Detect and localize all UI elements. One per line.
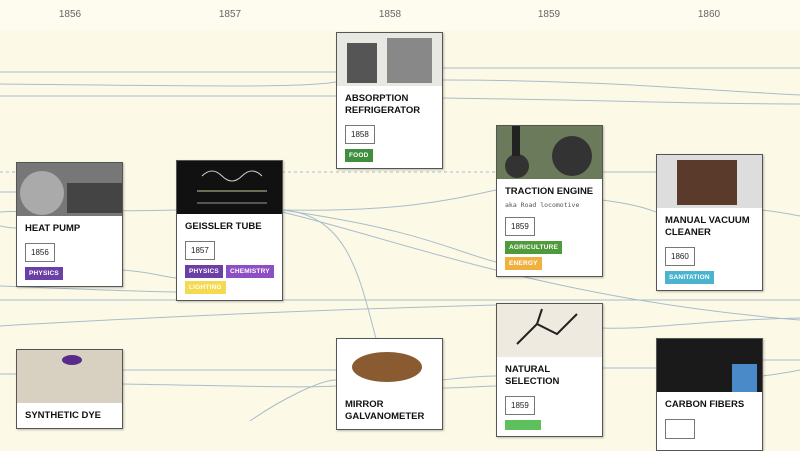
- tag-agriculture[interactable]: Agriculture: [505, 241, 563, 254]
- year-badge: 1859: [505, 217, 535, 236]
- card-title: Manual Vacuum Cleaner: [665, 215, 750, 238]
- invention-image: [17, 163, 122, 216]
- card-title: Mirror Galvanometer: [345, 399, 425, 422]
- card-title: Geissler Tube: [185, 221, 262, 232]
- invention-image: [177, 161, 282, 214]
- invention-image: [497, 126, 602, 179]
- invention-card-natural-selection[interactable]: Natural Selection 1859: [496, 303, 603, 437]
- invention-image: [657, 339, 762, 392]
- year-badge: 1858: [345, 125, 375, 144]
- invention-card-traction-engine[interactable]: Traction Engine aka Road locomotive 1859…: [496, 125, 603, 277]
- invention-image: [337, 33, 442, 86]
- invention-image: [337, 339, 442, 392]
- card-title: Absorption Refrigerator: [345, 93, 421, 116]
- tag-sanitation[interactable]: Sanitation: [665, 271, 714, 284]
- tag-food[interactable]: Food: [345, 149, 373, 162]
- year-badge: 1859: [505, 396, 535, 415]
- tag-lighting[interactable]: Lighting: [185, 281, 226, 294]
- invention-card-mirror-galvanometer[interactable]: Mirror Galvanometer: [336, 338, 443, 430]
- tag-physics[interactable]: Physics: [185, 265, 223, 278]
- invention-card-manual-vacuum-cleaner[interactable]: Manual Vacuum Cleaner 1860 Sanitation: [656, 154, 763, 291]
- card-title: Natural Selection: [505, 364, 560, 387]
- year-badge: 1856: [25, 243, 55, 262]
- invention-card-carbon-fibers[interactable]: Carbon Fibers: [656, 338, 763, 451]
- invention-card-heat-pump[interactable]: Heat Pump 1856 Physics: [16, 162, 123, 287]
- invention-image: [657, 155, 762, 208]
- year-badge: [665, 419, 695, 439]
- tag-physics[interactable]: Physics: [25, 267, 63, 280]
- year-badge: 1857: [185, 241, 215, 260]
- invention-image: [497, 304, 602, 357]
- invention-card-synthetic-dye[interactable]: Synthetic Dye: [16, 349, 123, 429]
- card-alias: aka Road locomotive: [505, 201, 580, 209]
- tag-biology[interactable]: [505, 420, 541, 430]
- card-title: Carbon Fibers: [665, 399, 745, 410]
- year-badge: 1860: [665, 247, 695, 266]
- card-title: Traction Engine: [505, 186, 594, 197]
- invention-card-geissler-tube[interactable]: Geissler Tube 1857 Physics Chemistry Light…: [176, 160, 283, 301]
- card-title: Synthetic Dye: [25, 410, 102, 421]
- tag-energy[interactable]: Energy: [505, 257, 542, 270]
- invention-card-absorption-refrigerator[interactable]: Absorption Refrigerator 1858 Food: [336, 32, 443, 169]
- card-title: Heat Pump: [25, 223, 81, 234]
- tag-chemistry[interactable]: Chemistry: [225, 265, 274, 278]
- invention-image: [17, 350, 122, 403]
